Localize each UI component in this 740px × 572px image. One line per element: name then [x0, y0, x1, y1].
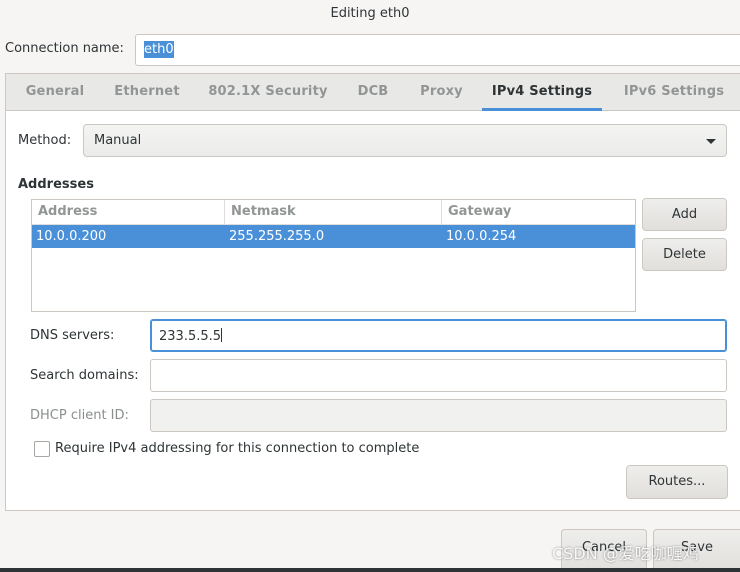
search-domains-input[interactable] [150, 359, 727, 392]
cell-netmask[interactable]: 255.255.255.0 [225, 225, 442, 248]
search-domains-label: Search domains: [30, 368, 139, 383]
tab-ipv4-settings[interactable]: IPv4 Settings [482, 74, 602, 111]
connection-name-label: Connection name: [5, 41, 124, 56]
connection-name-input[interactable]: eth0 [135, 34, 740, 66]
cell-address[interactable]: 10.0.0.200 [32, 225, 225, 248]
method-label: Method: [18, 133, 72, 148]
dhcp-client-id-input [150, 399, 727, 432]
dns-servers-value: 233.5.5.5 [159, 329, 222, 344]
tab-ipv6-settings[interactable]: IPv6 Settings [615, 74, 733, 111]
connection-name-value: eth0 [144, 41, 174, 58]
routes-button[interactable]: Routes... [626, 465, 728, 499]
chevron-down-icon [706, 139, 716, 144]
settings-notebook: General Ethernet 802.1X Security DCB Pro… [5, 73, 740, 511]
tab-dcb[interactable]: DCB [350, 74, 396, 111]
window-title: Editing eth0 [330, 6, 410, 21]
column-header-gateway[interactable]: Gateway [442, 200, 635, 225]
bottom-edge [0, 568, 740, 572]
column-header-address[interactable]: Address [32, 200, 225, 225]
add-address-button[interactable]: Add [642, 198, 727, 231]
watermark-text: CSDN @爱吃咖喱鸡 [552, 544, 699, 563]
method-dropdown[interactable]: Manual [83, 124, 727, 157]
require-ipv4-checkbox[interactable] [34, 441, 50, 457]
dns-servers-label: DNS servers: [30, 328, 115, 343]
dns-servers-input[interactable]: 233.5.5.5 [150, 319, 727, 352]
tab-ethernet[interactable]: Ethernet [107, 74, 187, 111]
tab-proxy[interactable]: Proxy [413, 74, 470, 111]
column-header-netmask[interactable]: Netmask [225, 200, 442, 225]
text-cursor [221, 328, 223, 342]
delete-address-button[interactable]: Delete [642, 238, 727, 271]
addresses-heading: Addresses [18, 177, 94, 192]
cell-gateway[interactable]: 10.0.0.254 [442, 225, 635, 248]
dhcp-client-id-label: DHCP client ID: [30, 408, 129, 423]
table-row[interactable]: 10.0.0.200 255.255.255.0 10.0.0.254 [32, 225, 635, 248]
tab-8021x-security[interactable]: 802.1X Security [203, 74, 333, 111]
require-ipv4-label[interactable]: Require IPv4 addressing for this connect… [55, 441, 419, 456]
method-value: Manual [94, 133, 142, 148]
tab-bar: General Ethernet 802.1X Security DCB Pro… [6, 74, 740, 111]
tab-general[interactable]: General [18, 74, 92, 111]
addresses-table[interactable]: Address Netmask Gateway 10.0.0.200 255.2… [31, 199, 636, 312]
